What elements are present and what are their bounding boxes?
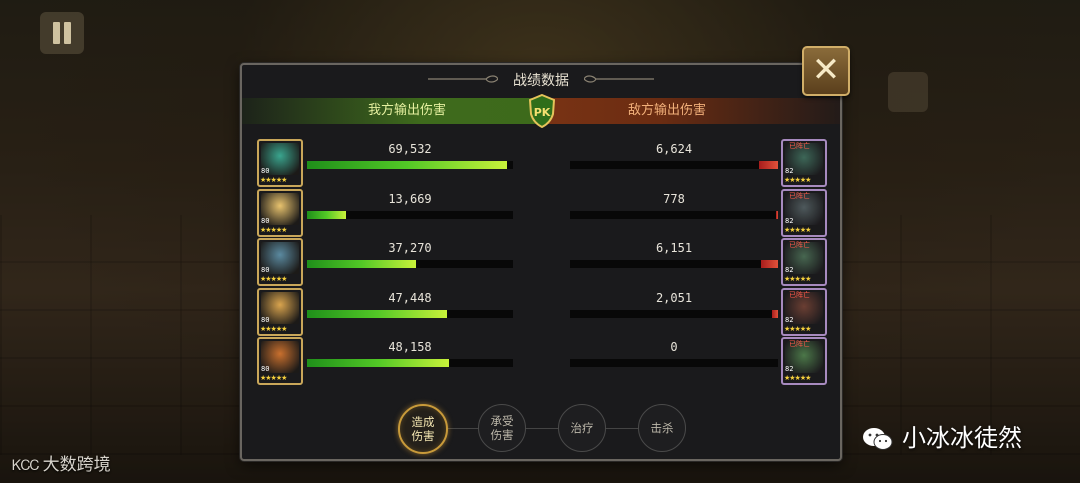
enemy-damage-bar: [570, 359, 778, 367]
ally-damage-value: 37,270: [388, 241, 432, 255]
ally-damage-fill: [307, 260, 417, 268]
enemy-damage-value: 6,624: [655, 142, 693, 156]
hero-level: 82: [785, 365, 794, 373]
ally-damage-value: 69,532: [388, 142, 432, 156]
tab-damage-taken[interactable]: 承受伤害: [478, 404, 526, 452]
close-button[interactable]: ✕: [802, 46, 850, 96]
hero-level: 82: [785, 216, 794, 225]
pause-button[interactable]: [40, 12, 84, 54]
ally-damage-fill: [307, 210, 347, 219]
ally-damage-fill: [307, 161, 507, 169]
ally-damage-bar: [307, 161, 513, 169]
ally-hero-portrait[interactable]: 80 ★★★★★: [257, 188, 303, 237]
hero-stars: ★★★★★: [260, 374, 287, 382]
enemy-damage-fill: [761, 260, 778, 268]
hero-stars: ★★★★★: [784, 176, 811, 184]
enemy-hero-portrait[interactable]: 已阵亡 82 ★★★★★: [781, 188, 827, 237]
tab-label: 造成伤害: [411, 415, 435, 443]
close-icon: ✕: [811, 50, 841, 90]
hero-level: 80: [261, 167, 270, 175]
ally-hero-portrait[interactable]: 80 ★★★★★: [257, 287, 303, 336]
ally-damage-value: 13,669: [388, 191, 432, 206]
ally-damage-bar: [307, 210, 513, 219]
stats-row: 80 ★★★★★ 47,448 2,051 已阵亡 82 ★★★★★: [242, 287, 840, 336]
enemy-damage-value: 0: [670, 340, 678, 354]
hero-level: 80: [261, 216, 270, 225]
damage-header: 我方输出伤害 敌方输出伤害 PK: [242, 94, 840, 128]
defeated-tag: 已阵亡: [789, 241, 810, 249]
tab-connector: [412, 428, 672, 429]
stats-row: 80 ★★★★★ 48,158 0 已阵亡 82 ★★★★★: [242, 337, 840, 385]
pk-shield-icon: PK: [528, 94, 556, 128]
ally-damage-value: 48,158: [388, 340, 432, 354]
defeated-tag: 已阵亡: [789, 142, 810, 150]
tab-label: 承受伤害: [490, 414, 514, 442]
ally-header: 我方输出伤害: [242, 98, 542, 124]
hero-stars: ★★★★★: [784, 225, 811, 234]
hero-level: 80: [261, 365, 270, 373]
hero-stars: ★★★★★: [260, 225, 287, 234]
hero-level: 82: [785, 167, 794, 175]
title-ornament-right: [584, 75, 654, 83]
defeated-tag: 已阵亡: [789, 290, 810, 299]
hero-level: 82: [785, 315, 794, 324]
enemy-damage-bar: [570, 309, 778, 318]
ally-damage-fill: [307, 359, 450, 367]
watermark-right-text: 小冰冰徒然: [902, 424, 1022, 452]
enemy-damage-label: 敌方输出伤害: [628, 103, 707, 118]
hero-level: 82: [785, 266, 794, 274]
enemy-damage-fill: [775, 210, 778, 219]
stats-button[interactable]: [888, 72, 928, 112]
stat-tabs: 造成伤害 承受伤害 治疗 击杀: [392, 404, 692, 454]
watermark-logo: ᏦᏟᏟ: [12, 458, 40, 474]
enemy-damage-bar: [570, 260, 778, 268]
wechat-icon: [863, 428, 893, 450]
enemy-damage-value: 778: [663, 191, 685, 206]
enemy-hero-portrait[interactable]: 已阵亡 82 ★★★★★: [781, 139, 827, 187]
hero-level: 80: [261, 266, 270, 274]
enemy-hero-portrait[interactable]: 已阵亡 82 ★★★★★: [781, 287, 827, 336]
hero-stars: ★★★★★: [784, 275, 811, 283]
hero-stars: ★★★★★: [260, 275, 287, 283]
ally-damage-bar: [307, 260, 513, 268]
hero-stars: ★★★★★: [260, 324, 287, 333]
battle-stats-panel: 战绩数据 我方输出伤害 敌方输出伤害 PK 80 ★★★★★ 69,532 6,…: [240, 63, 842, 461]
hero-stars: ★★★★★: [260, 176, 287, 184]
watermark-left-text: 大数跨境: [42, 455, 111, 475]
ally-damage-label: 我方输出伤害: [368, 103, 447, 118]
ally-hero-portrait[interactable]: 80 ★★★★★: [257, 139, 303, 187]
panel-title: 战绩数据: [513, 73, 569, 89]
enemy-damage-fill: [759, 161, 778, 169]
enemy-damage-value: 6,151: [655, 241, 693, 255]
ally-damage-fill: [307, 309, 448, 318]
stats-row: 80 ★★★★★ 69,532 6,624 已阵亡 82 ★★★★★: [242, 139, 840, 187]
ally-damage-value: 47,448: [388, 290, 432, 305]
defeated-tag: 已阵亡: [789, 191, 810, 200]
defeated-tag: 已阵亡: [789, 340, 810, 348]
hero-stars: ★★★★★: [784, 324, 811, 333]
ally-damage-bar: [307, 359, 513, 367]
hero-level: 80: [261, 315, 270, 324]
tab-damage-dealt[interactable]: 造成伤害: [398, 404, 448, 454]
pk-badge-text: PK: [534, 106, 551, 119]
stats-row: 80 ★★★★★ 37,270 6,151 已阵亡 82 ★★★★★: [242, 238, 840, 286]
watermark-right: 小冰冰徒然: [862, 418, 1022, 453]
tab-kills[interactable]: 击杀: [638, 404, 686, 452]
stats-row: 80 ★★★★★ 13,669 778 已阵亡 82 ★★★★★: [242, 188, 840, 237]
hero-stars: ★★★★★: [784, 374, 811, 382]
enemy-damage-bar: [570, 161, 778, 169]
enemy-header: 敌方输出伤害: [540, 98, 840, 124]
ally-damage-bar: [307, 309, 513, 318]
watermark-left: ᏦᏟᏟ 大数跨境: [12, 450, 111, 475]
enemy-hero-portrait[interactable]: 已阵亡 82 ★★★★★: [781, 337, 827, 385]
enemy-damage-value: 2,051: [655, 290, 693, 305]
enemy-damage-fill: [771, 309, 778, 318]
ally-hero-portrait[interactable]: 80 ★★★★★: [257, 238, 303, 286]
tab-label: 治疗: [570, 421, 594, 435]
ally-hero-portrait[interactable]: 80 ★★★★★: [257, 337, 303, 385]
tab-label: 击杀: [650, 421, 674, 435]
enemy-hero-portrait[interactable]: 已阵亡 82 ★★★★★: [781, 238, 827, 286]
tab-healing[interactable]: 治疗: [558, 404, 606, 452]
enemy-damage-bar: [570, 210, 778, 219]
